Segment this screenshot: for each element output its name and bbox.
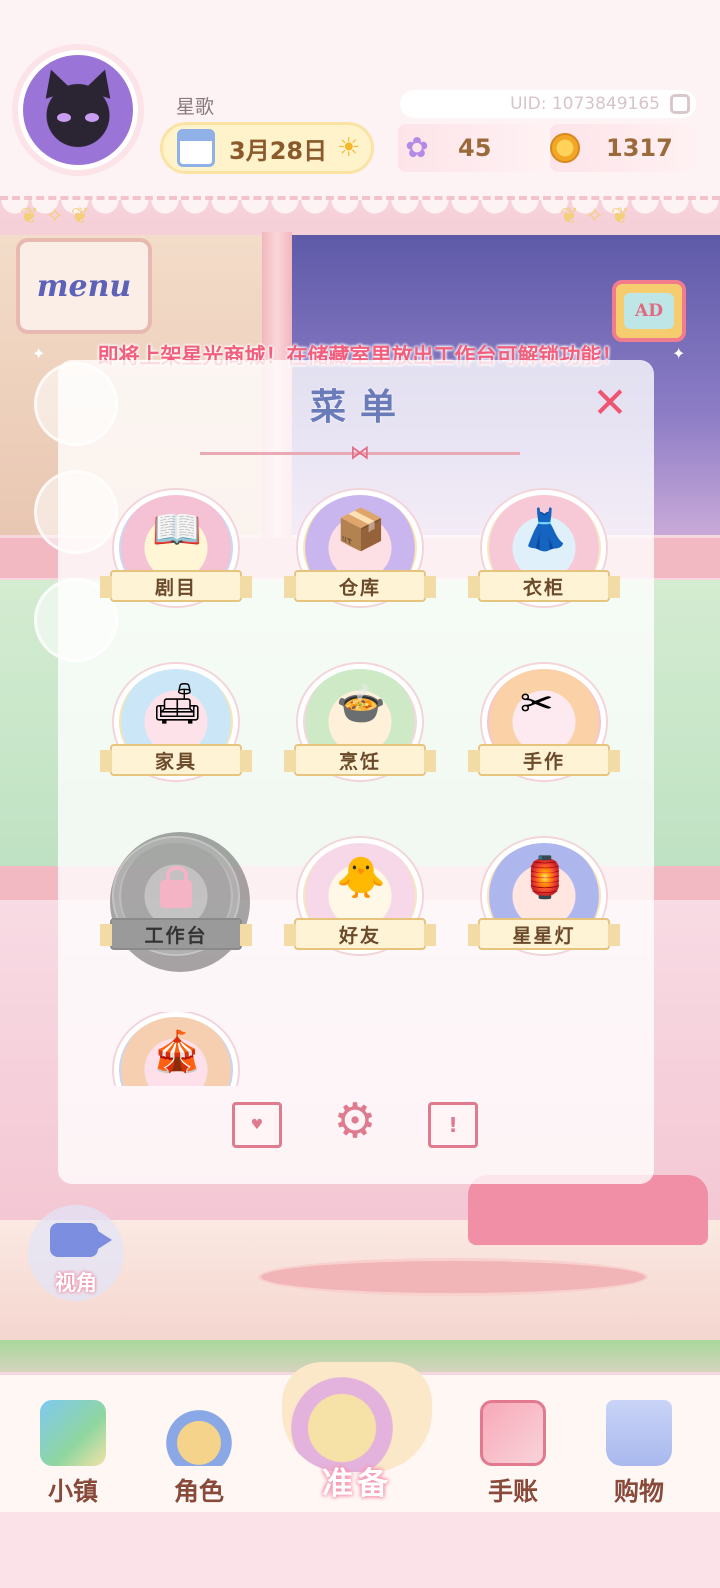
player-header: 星歌 UID: 1073849165 3月28日 ☀ ✿ 45 1317	[0, 0, 720, 200]
menu-item-drama[interactable]: 📖 剧目	[100, 490, 252, 622]
menu-item-label: 手作	[468, 744, 620, 776]
uid-text: UID: 1073849165	[510, 94, 660, 114]
menu-item-workbench[interactable]: 工作台	[100, 832, 252, 972]
armchair-icon: 🛋	[152, 681, 203, 727]
carousel-stage-icon: 🎪	[152, 1029, 202, 1075]
gold-scroll-ornament: ❦ ✧ ❦	[560, 204, 630, 229]
nav-journal[interactable]: 手账	[458, 1392, 568, 1512]
menu-item-friends[interactable]: 🐥 好友	[284, 838, 436, 970]
dress-icon: 👗	[520, 507, 570, 553]
menu-item-partial[interactable]: 🎪	[110, 1012, 242, 1086]
menu-book-button[interactable]: menu	[16, 238, 152, 334]
player-name: 星歌	[176, 96, 215, 118]
menu-item-label: 仓库	[284, 570, 436, 602]
rug	[258, 1258, 648, 1296]
date-text: 3月28日	[229, 136, 328, 165]
avatar[interactable]	[12, 44, 144, 176]
sun-icon: ☀	[337, 133, 361, 163]
menu-item-label: 好友	[284, 918, 436, 950]
camera-view-button[interactable]: 视角	[28, 1205, 124, 1301]
close-icon: ✕	[592, 377, 628, 427]
nav-shopping[interactable]: 购物	[584, 1392, 694, 1512]
menu-item-label: 衣柜	[468, 570, 620, 602]
gem-counter[interactable]: ✿ 45	[398, 124, 544, 172]
copy-icon[interactable]	[670, 94, 690, 114]
nav-character[interactable]: 角色	[144, 1392, 254, 1512]
nav-base	[0, 1512, 720, 1588]
video-camera-icon	[50, 1223, 112, 1257]
ad-button[interactable]: AD	[612, 280, 686, 342]
gold-coin-icon	[550, 133, 580, 163]
storage-box-icon: 📦	[336, 507, 386, 553]
sparkle-icon: ✦	[672, 344, 686, 363]
gem-value: 45	[458, 134, 492, 162]
black-cat-portrait	[23, 55, 133, 165]
bow-ornament: ⋈	[350, 440, 370, 464]
nav-town[interactable]: 小镇	[18, 1392, 128, 1512]
menu-book-label: menu	[36, 268, 132, 304]
journal-icon	[480, 1400, 546, 1466]
menu-item-label: 星星灯	[468, 918, 620, 950]
announcement-icon[interactable]: !	[428, 1102, 478, 1148]
menu-item-storage[interactable]: 📦 仓库	[284, 490, 436, 622]
menu-item-label: 工作台	[100, 918, 252, 950]
menu-item-furniture[interactable]: 🛋 家具	[100, 664, 252, 796]
menu-item-star-lamp[interactable]: 🏮 星星灯	[468, 838, 620, 970]
menu-item-cooking[interactable]: 🍲 烹饪	[284, 664, 436, 796]
gold-scroll-ornament: ❦ ✧ ❦	[20, 204, 90, 229]
scissors-icon: ✂	[520, 681, 554, 727]
settings-gear-icon[interactable]: ⚙	[330, 1093, 380, 1149]
coin-value: 1317	[606, 134, 673, 162]
star-lamp-icon: 🏮	[520, 855, 570, 901]
menu-item-wardrobe[interactable]: 👗 衣柜	[468, 490, 620, 622]
town-map-icon	[40, 1400, 106, 1466]
ad-tv-icon: AD	[624, 293, 674, 329]
nav-label: 购物	[613, 1477, 664, 1506]
book-quill-icon: 📖	[152, 507, 202, 553]
calendar-icon	[177, 129, 215, 167]
rainbow-gem-icon: ✿	[405, 131, 429, 164]
uid-label: UID: 1073849165	[400, 90, 696, 118]
nav-label: 手账	[487, 1477, 538, 1506]
menu-item-label: 剧目	[100, 570, 252, 602]
nav-prepare[interactable]: 准备	[262, 1352, 452, 1502]
coin-counter[interactable]: 1317	[550, 124, 696, 172]
mail-icon[interactable]	[232, 1102, 282, 1148]
view-label: 视角	[55, 1271, 97, 1295]
cooking-bowl-icon: 🍲	[336, 681, 386, 727]
menu-item-crafting[interactable]: ✂ 手作	[468, 664, 620, 796]
friends-icon: 🐥	[336, 855, 386, 901]
shopping-bag-icon	[606, 1400, 672, 1466]
close-button[interactable]: ✕	[588, 377, 632, 427]
character-icon	[166, 1400, 232, 1466]
date-display: 3月28日 ☀	[160, 122, 374, 174]
menu-item-label: 烹饪	[284, 744, 436, 776]
menu-item-label: 家具	[100, 744, 252, 776]
sofa	[468, 1175, 708, 1245]
nav-label: 准备	[322, 1466, 392, 1502]
nav-label: 小镇	[47, 1477, 98, 1506]
lock-icon	[160, 866, 192, 908]
basket-icon	[282, 1362, 432, 1472]
nav-label: 角色	[173, 1477, 224, 1506]
